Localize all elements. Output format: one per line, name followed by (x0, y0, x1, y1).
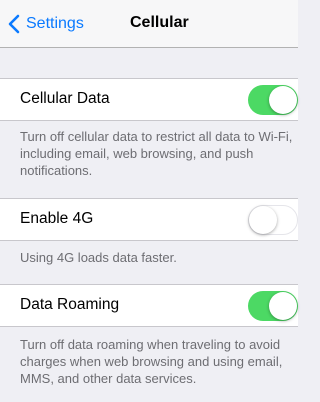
data-roaming-footnote: Turn off data roaming when traveling to … (20, 337, 283, 386)
toggle-knob (269, 292, 297, 320)
enable-4g-footnote: Using 4G loads data faster. (20, 250, 177, 265)
cellular-data-toggle[interactable] (248, 85, 298, 115)
cellular-data-footnote: Turn off cellular data to restrict all d… (20, 129, 293, 178)
back-button-label: Settings (26, 15, 84, 32)
data-roaming-row: Data Roaming (0, 284, 298, 327)
toggle-knob (269, 86, 297, 114)
cellular-data-row: Cellular Data (0, 78, 298, 121)
cellular-data-label: Cellular Data (20, 90, 110, 107)
enable-4g-label: Enable 4G (20, 210, 94, 227)
enable-4g-row: Enable 4G (0, 198, 298, 241)
data-roaming-label: Data Roaming (20, 296, 120, 313)
chevron-left-icon (8, 14, 20, 34)
back-button[interactable]: Settings (8, 13, 84, 35)
page-title: Cellular (130, 14, 189, 31)
enable-4g-toggle[interactable] (248, 205, 298, 235)
settings-screen: Settings Cellular Cellular Data Turn off… (0, 0, 298, 402)
data-roaming-toggle[interactable] (248, 291, 298, 321)
toggle-knob (249, 205, 277, 234)
navigation-bar: Settings Cellular (0, 0, 298, 48)
